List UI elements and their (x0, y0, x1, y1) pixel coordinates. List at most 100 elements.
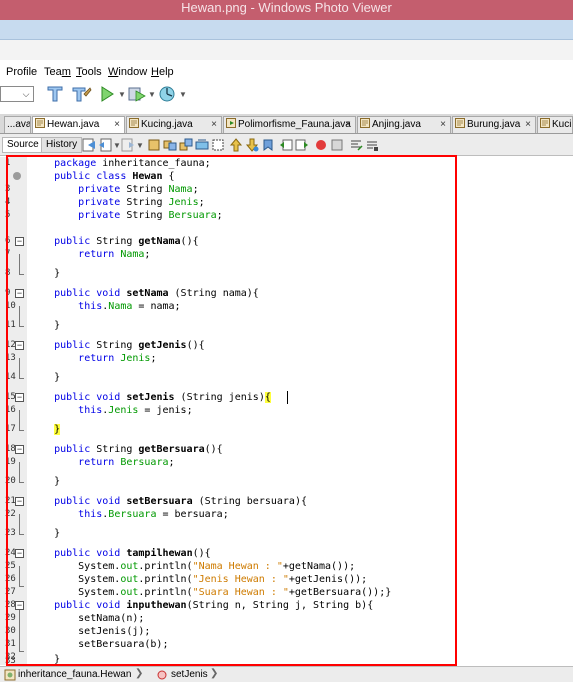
code-line: 10 this.Nama = nama; (5, 301, 181, 312)
uncomment-icon[interactable] (365, 138, 379, 152)
fold-minus-icon[interactable]: − (15, 445, 24, 454)
find-next-icon[interactable] (163, 138, 177, 152)
main-toolbar: ⌵ ▼ ▼ ▼ (0, 82, 573, 108)
fold-minus-icon[interactable]: − (15, 289, 24, 298)
tab-history[interactable]: History (41, 137, 83, 153)
code-line: 1 package inheritance_fauna; (5, 158, 211, 169)
code-line: 30 setJenis(j); (5, 626, 151, 637)
debug-icon[interactable] (126, 84, 148, 104)
tab-overflow[interactable]: ...ava (4, 116, 31, 133)
menu-window[interactable]: Window (108, 66, 147, 78)
close-icon[interactable]: × (211, 117, 217, 132)
rectangular-selection-icon[interactable] (211, 138, 225, 152)
find-selection-icon[interactable] (179, 138, 193, 152)
find-previous-icon[interactable] (147, 138, 161, 152)
method-icon (157, 670, 167, 680)
code-line: 6 − public String getNama(){ (5, 236, 199, 247)
fold-minus-icon[interactable]: − (15, 601, 24, 610)
code-line: 7 return Nama; (5, 249, 151, 260)
configuration-combo[interactable]: ⌵ (0, 86, 34, 102)
code-line: 5 private String Bersuara; (5, 210, 223, 221)
breadcrumb-separator-icon: ❯ (135, 668, 144, 679)
forward-dropdown-icon[interactable]: ▼ (136, 141, 144, 150)
close-icon[interactable]: × (525, 117, 531, 132)
code-line: 17 } (5, 424, 61, 435)
back-dropdown-icon[interactable]: ▼ (113, 141, 121, 150)
fold-minus-icon[interactable]: − (15, 549, 24, 558)
comment-icon[interactable] (349, 138, 363, 152)
code-line: 3 private String Nama; (5, 184, 199, 195)
close-icon[interactable]: × (114, 117, 120, 132)
run-icon[interactable] (96, 84, 118, 104)
code-line: 27 System.out.println("Suara Hewan : "+g… (5, 587, 392, 598)
editor-file-tabs: ...ava Hewan.java × Kucing.java × Polimo… (0, 114, 573, 134)
ide-title-area (0, 40, 573, 60)
java-file-icon (129, 118, 139, 128)
close-icon[interactable]: × (345, 117, 351, 132)
breadcrumb-separator-icon: ❯ (210, 668, 219, 679)
shift-right-icon[interactable] (295, 138, 309, 152)
breadcrumb-class[interactable]: inheritance_fauna.Hewan (18, 669, 131, 680)
code-line: 13 return Jenis; (5, 353, 157, 364)
code-line: 8 } (5, 268, 61, 279)
text-caret (287, 391, 288, 404)
java-file-icon (35, 118, 45, 128)
last-edit-icon[interactable] (82, 138, 96, 152)
tab-anjing-java[interactable]: Anjing.java × (357, 116, 451, 133)
class-marker-icon[interactable] (13, 172, 21, 180)
menu-tools[interactable]: Tools (76, 66, 102, 78)
toggle-bookmark-icon[interactable] (261, 138, 275, 152)
code-line: 12 − public String getJenis(){ (5, 340, 205, 351)
toggle-highlight-icon[interactable] (195, 138, 209, 152)
code-editor[interactable]: 1 package inheritance_fauna; public clas… (0, 157, 573, 666)
code-line: 14 } (5, 372, 61, 383)
tab-source[interactable]: Source (2, 137, 44, 153)
forward-icon[interactable] (121, 138, 135, 152)
java-file-icon (360, 118, 370, 128)
code-line: 20 } (5, 476, 61, 487)
menu-help[interactable]: Help (151, 66, 174, 78)
tab-kucing-partial[interactable]: Kucir (537, 116, 573, 133)
fold-minus-icon[interactable]: − (15, 341, 24, 350)
debug-dropdown-icon[interactable]: ▼ (148, 90, 156, 99)
next-bookmark-icon[interactable] (245, 138, 259, 152)
code-line: 21 − public void setBersuara (String ber… (5, 496, 307, 507)
code-line: 19 return Bersuara; (5, 457, 175, 468)
profile-dropdown-icon[interactable]: ▼ (179, 90, 187, 99)
code-line: 25 System.out.println("Nama Hewan : "+ge… (5, 561, 356, 572)
clean-build-icon[interactable] (70, 84, 92, 104)
shift-left-icon[interactable] (279, 138, 293, 152)
code-line: 23 } (5, 528, 61, 539)
code-line: 26 System.out.println("Jenis Hewan : "+g… (5, 574, 368, 585)
code-line: 16 this.Jenis = jenis; (5, 405, 193, 416)
code-line: 28 − public void inputhewan(String n, St… (5, 600, 374, 611)
tab-kucing-java[interactable]: Kucing.java × (126, 116, 222, 133)
previous-bookmark-icon[interactable] (229, 138, 243, 152)
code-line: 33 } (5, 654, 61, 666)
breadcrumb-method[interactable]: setJenis (171, 669, 208, 680)
code-line: 11 } (5, 320, 61, 331)
fold-minus-icon[interactable]: − (15, 237, 24, 246)
code-line: 22 this.Bersuara = bersuara; (5, 509, 229, 520)
profile-icon[interactable] (156, 84, 178, 104)
code-line: 9 − public void setNama (String nama){ (5, 288, 259, 299)
tab-burung-java[interactable]: Burung.java × (452, 116, 536, 133)
back-icon[interactable] (98, 138, 112, 152)
stop-macro-recording-icon[interactable] (330, 138, 344, 152)
run-dropdown-icon[interactable]: ▼ (118, 90, 126, 99)
menu-team[interactable]: Team (44, 66, 71, 78)
window-title: Hewan.png - Windows Photo Viewer (181, 0, 392, 15)
viewer-menu-band (0, 20, 573, 40)
java-file-icon (540, 118, 550, 128)
close-icon[interactable]: × (440, 117, 446, 132)
set-main-project-icon[interactable] (44, 84, 66, 104)
java-file-icon (455, 118, 465, 128)
fold-minus-icon[interactable]: − (15, 393, 24, 402)
tab-polimorfisme-fauna-java[interactable]: Polimorfisme_Fauna.java × (223, 116, 356, 133)
menu-profile[interactable]: Profile (6, 66, 37, 78)
tab-hewan-java[interactable]: Hewan.java × (32, 116, 125, 133)
fold-minus-icon[interactable]: − (15, 497, 24, 506)
start-macro-recording-icon[interactable] (314, 138, 328, 152)
code-line: 18 − public String getBersuara(){ (5, 444, 223, 455)
chevron-down-icon: ⌵ (22, 89, 30, 99)
